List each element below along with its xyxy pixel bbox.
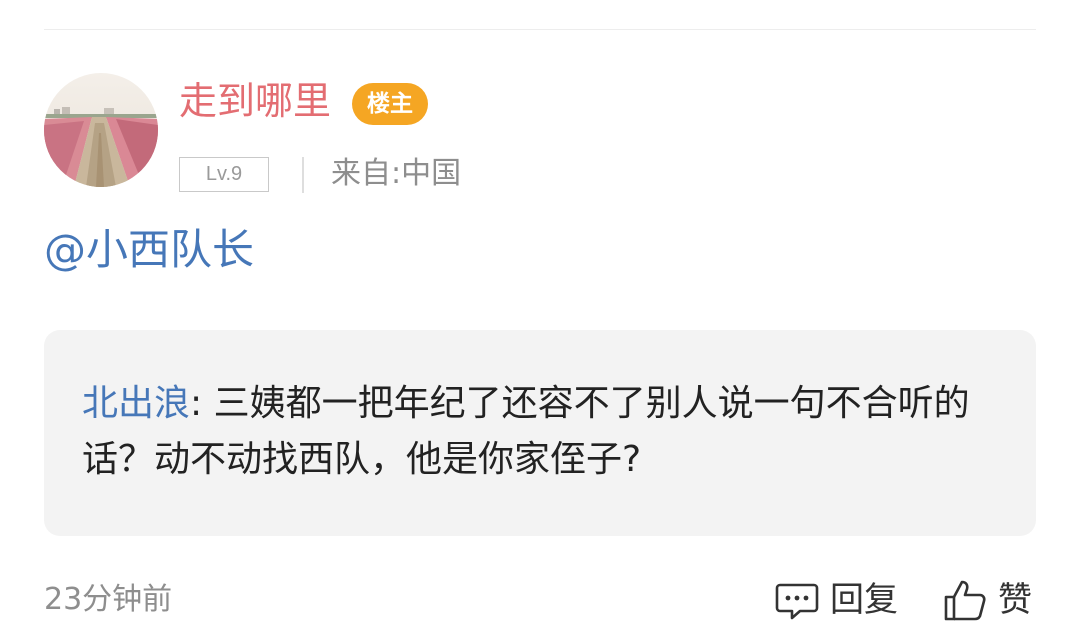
location-text: 来自:中国	[331, 156, 462, 191]
reply-button[interactable]: 回复	[774, 574, 898, 626]
like-button[interactable]: 赞	[942, 574, 1032, 626]
reply-label: 回复	[830, 580, 898, 620]
quoted-author-link[interactable]: 北出浪	[82, 383, 190, 424]
quoted-comment-text: 北出浪: 三姨都一把年纪了还容不了别人说一句不合听的话？动不动找西队，他是你家侄…	[82, 376, 1002, 488]
timestamp: 23分钟前	[44, 582, 173, 617]
quote-separator: :	[190, 383, 214, 424]
thumbs-up-icon	[944, 580, 986, 621]
avatar-image	[44, 73, 158, 187]
quote-body: 三姨都一把年纪了还容不了别人说一句不合听的话？动不动找西队，他是你家侄子?	[82, 383, 970, 480]
avatar[interactable]	[44, 73, 158, 187]
meta-divider	[302, 157, 304, 193]
op-badge: 楼主	[352, 83, 428, 125]
top-divider	[44, 29, 1036, 30]
username[interactable]: 走到哪里	[179, 76, 331, 126]
level-badge: Lv.9	[179, 157, 269, 192]
comment-bubble-icon	[775, 583, 819, 620]
like-label: 赞	[998, 580, 1032, 620]
mention-link[interactable]: @小西队长	[44, 222, 254, 278]
